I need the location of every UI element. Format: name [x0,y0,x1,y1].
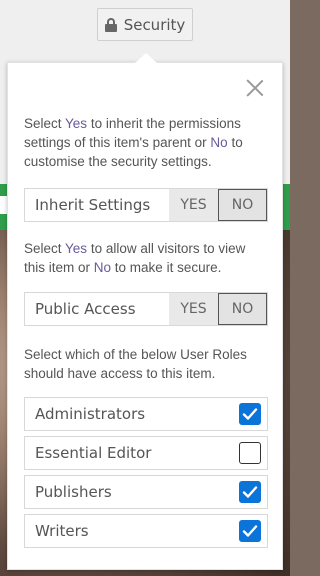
role-row-writers[interactable]: Writers [24,514,268,548]
checkbox-checked[interactable] [239,403,261,425]
checkbox-checked[interactable] [239,481,261,503]
role-label: Writers [35,522,89,540]
popover-arrow [135,53,157,63]
close-icon[interactable] [245,78,265,98]
checkbox-checked[interactable] [239,520,261,542]
inherit-no-button[interactable]: NO [218,189,267,221]
inherit-settings-label: Inherit Settings [35,196,151,214]
inherit-description: Select Yes to inherit the permissions se… [24,116,243,169]
inherit-yes-button[interactable]: YES [169,189,218,221]
lock-icon [104,17,117,32]
security-button-label: Security [123,15,186,34]
public-yes-button[interactable]: YES [169,293,218,325]
security-button[interactable]: Security [97,8,193,41]
public-access-label: Public Access [35,300,136,318]
public-no-button[interactable]: NO [218,293,267,325]
inherit-settings-row: Inherit Settings YES NO [24,188,268,222]
checkmark-icon [242,486,258,498]
role-row-essential-editor[interactable]: Essential Editor [24,436,268,470]
roles-description: Select which of the below User Roles sho… [24,347,247,381]
role-row-administrators[interactable]: Administrators [24,397,268,431]
checkmark-icon [242,408,258,420]
role-label: Essential Editor [35,444,152,462]
role-label: Administrators [35,405,146,423]
public-access-row: Public Access YES NO [24,292,268,326]
checkmark-icon [242,525,258,537]
role-row-publishers[interactable]: Publishers [24,475,268,509]
public-description: Select Yes to allow all visitors to view… [24,241,246,275]
role-label: Publishers [35,483,112,501]
checkbox-unchecked[interactable] [239,442,261,464]
